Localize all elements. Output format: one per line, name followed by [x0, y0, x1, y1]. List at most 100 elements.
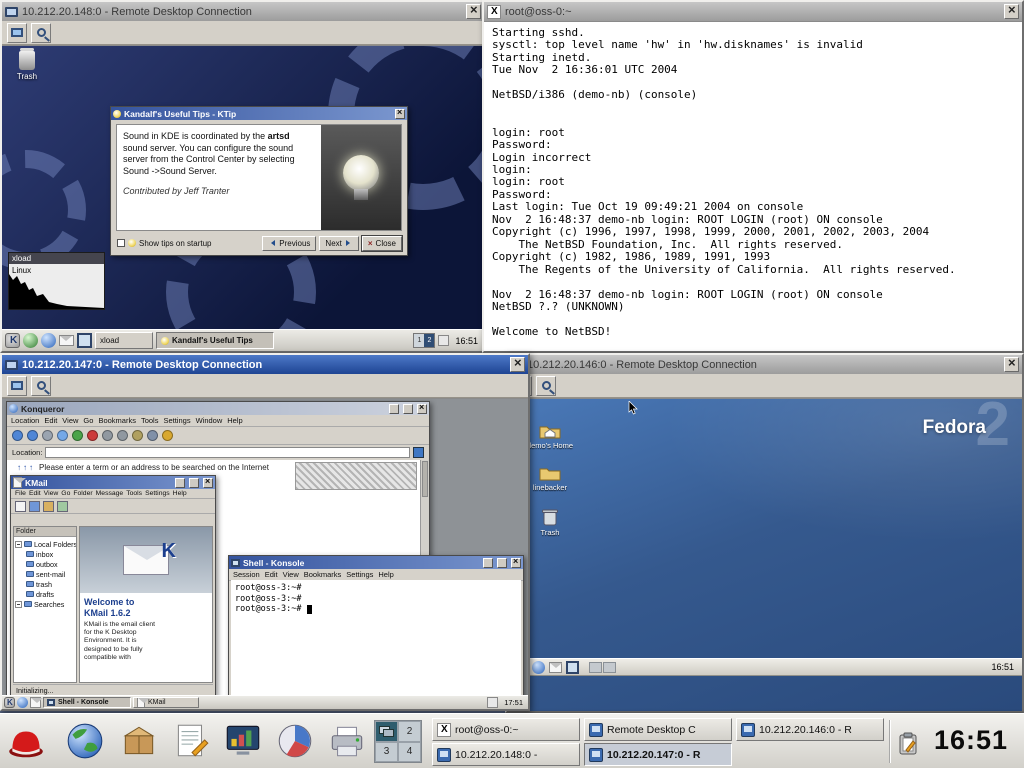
show-desktop-icon[interactable] [23, 333, 38, 348]
printer-icon[interactable] [326, 720, 368, 762]
menu-item[interactable]: View [62, 416, 78, 425]
web-browser-icon[interactable] [64, 720, 106, 762]
menu-item[interactable]: Message [96, 490, 124, 497]
k-menu-red-hat-icon[interactable] [5, 720, 47, 762]
folder-item[interactable]: inbox [26, 549, 75, 559]
forward-icon[interactable] [42, 430, 53, 441]
menu-item[interactable]: Window [196, 416, 223, 425]
scale-view-button[interactable] [536, 376, 556, 396]
taskbar-item-oss[interactable]: root@oss-0:~ [432, 718, 580, 741]
go-icon[interactable] [413, 447, 424, 458]
menu-item[interactable]: Location [11, 416, 39, 425]
folder-pane[interactable]: Folder Local Folders inbox outbox sent-m… [13, 526, 77, 683]
kmail-icon[interactable] [30, 697, 41, 708]
fullscreen-button[interactable] [7, 376, 27, 396]
taskbar-item-kmail[interactable]: KMail [133, 697, 199, 708]
terminal-view[interactable]: Starting sshd. sysctl: top level name 'h… [484, 21, 1022, 351]
klipper-tray-icon[interactable] [487, 697, 498, 708]
titlebar-148[interactable]: 10.212.20.148:0 - Remote Desktop Connect… [2, 2, 484, 21]
folder-item[interactable]: drafts [26, 589, 75, 599]
menu-item[interactable]: View [283, 570, 299, 579]
folder-item[interactable]: sent-mail [26, 569, 75, 579]
menu-item[interactable]: Go [83, 416, 93, 425]
desktop-icon-trash[interactable]: Trash [4, 51, 50, 81]
open-icon[interactable] [43, 501, 54, 512]
fullscreen-button[interactable] [7, 23, 27, 43]
menu-item[interactable]: Session [233, 570, 260, 579]
reload-icon[interactable] [72, 430, 83, 441]
menu-item[interactable]: Edit [29, 490, 41, 497]
minimize-icon[interactable] [175, 478, 185, 488]
taskbar-item-148[interactable]: 10.212.20.148:0 - [432, 743, 580, 766]
titlebar-oss[interactable]: root@oss-0:~ [484, 2, 1022, 21]
ktip-titlebar[interactable]: Kandalf's Useful Tips - KTip [111, 107, 407, 120]
taskbar-item-ktip[interactable]: Kandalf's Useful Tips [156, 332, 274, 349]
cut-icon[interactable] [102, 430, 113, 441]
titlebar-147[interactable]: 10.212.20.147:0 - Remote Desktop Connect… [2, 355, 528, 374]
menu-item[interactable]: File [15, 490, 26, 497]
folder-header[interactable]: Folder [14, 527, 76, 537]
close-icon[interactable] [417, 404, 427, 414]
maximize-icon[interactable] [497, 558, 507, 568]
desktop-pager[interactable]: 2 3 4 [374, 720, 422, 763]
taskbar-item-konsole[interactable]: Shell - Konsole [43, 697, 131, 708]
menu-item[interactable]: Settings [163, 416, 190, 425]
k-menu-icon[interactable] [4, 697, 15, 708]
pager-desktop-4[interactable]: 4 [398, 742, 421, 763]
close-icon[interactable] [203, 478, 213, 488]
back-icon[interactable] [27, 430, 38, 441]
pager-desktop-1[interactable] [375, 721, 398, 742]
up-icon[interactable] [12, 430, 23, 441]
taskbar-item-krdc[interactable]: Remote Desktop C [584, 718, 732, 741]
print-icon[interactable] [147, 430, 158, 441]
menu-item[interactable]: Edit [265, 570, 278, 579]
folder-item[interactable]: Searches [15, 599, 75, 609]
find-icon[interactable] [162, 430, 173, 441]
konsole-terminal[interactable]: root@oss-3:~# root@oss-3:~# root@oss-3:~… [231, 580, 521, 698]
menu-item[interactable]: Help [227, 416, 242, 425]
folder-item[interactable]: outbox [26, 559, 75, 569]
titlebar-146[interactable]: 10.212.20.146:0 - Remote Desktop Connect… [507, 355, 1022, 374]
menu-item[interactable]: Help [173, 490, 187, 497]
search-icon[interactable] [57, 501, 68, 512]
kmail-icon[interactable] [59, 335, 74, 346]
kmail-titlebar[interactable]: KMail [11, 476, 215, 489]
menu-item[interactable]: Folder [73, 490, 92, 497]
maximize-icon[interactable] [403, 404, 413, 414]
message-pane[interactable]: Welcome to KMail 1.6.2 KMail is the emai… [79, 526, 213, 683]
konqueror-icon[interactable] [17, 697, 28, 708]
collapse-icon[interactable] [15, 601, 22, 608]
menu-item[interactable]: Settings [145, 490, 170, 497]
close-icon[interactable] [511, 558, 521, 568]
impress-icon[interactable] [222, 720, 264, 762]
xload-titlebar[interactable]: xload [9, 253, 104, 264]
k-menu-icon[interactable] [5, 333, 20, 348]
klipper-icon[interactable] [897, 732, 919, 756]
scale-view-button[interactable] [31, 376, 51, 396]
folder-item[interactable]: Local Folders [15, 539, 75, 549]
scale-view-button[interactable] [31, 23, 51, 43]
email-icon[interactable] [549, 662, 562, 673]
menu-item[interactable]: Bookmarks [304, 570, 342, 579]
home-icon[interactable] [57, 430, 68, 441]
taskbar-item-xload[interactable]: xload [95, 332, 153, 349]
previous-button[interactable]: Previous [262, 236, 316, 251]
stop-icon[interactable] [87, 430, 98, 441]
writer-icon[interactable] [170, 720, 212, 762]
terminal-icon[interactable] [566, 661, 579, 674]
location-input[interactable] [45, 447, 410, 458]
close-button[interactable]: ×Close [362, 236, 402, 251]
menu-item[interactable]: Go [61, 490, 70, 497]
minimize-icon[interactable] [389, 404, 399, 414]
menu-item[interactable]: Edit [44, 416, 57, 425]
taskbar-item-147[interactable]: 10.212.20.147:0 - R [584, 743, 732, 766]
web-browser-icon[interactable] [532, 661, 545, 674]
maximize-icon[interactable] [189, 478, 199, 488]
close-icon[interactable] [395, 109, 405, 119]
workspace-switcher[interactable] [589, 662, 616, 673]
konqueror-icon[interactable] [41, 333, 56, 348]
konsole-titlebar[interactable]: Shell - Konsole [229, 556, 523, 569]
menu-item[interactable]: Tools [141, 416, 159, 425]
menu-item[interactable]: View [44, 490, 59, 497]
calc-pie-icon[interactable] [274, 720, 316, 762]
